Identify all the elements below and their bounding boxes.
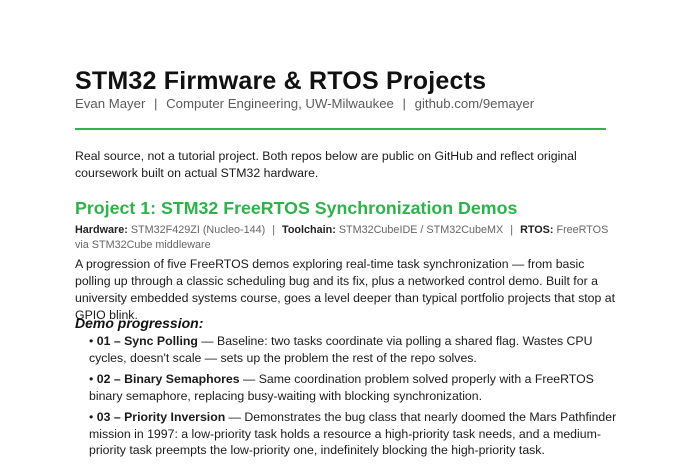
meta-label-rtos: RTOS:	[520, 224, 554, 236]
document-page: STM32 Firmware & RTOS Projects Evan Maye…	[0, 0, 680, 459]
demo-name: 02 – Binary Semaphores	[96, 372, 240, 386]
demo-progression-heading: Demo progression:	[75, 315, 204, 331]
project-meta: Hardware: STM32F429ZI (Nucleo-144) | Too…	[75, 223, 615, 253]
meta-label-hardware: Hardware:	[75, 224, 128, 236]
list-item: • 02 – Binary Semaphores — Same coordina…	[89, 371, 619, 404]
demo-name: 03 – Priority Inversion	[96, 410, 226, 424]
list-item: • 01 – Sync Polling — Baseline: two task…	[89, 333, 619, 366]
bullet: •	[89, 334, 94, 348]
github-link[interactable]: github.com/9emayer	[415, 96, 534, 111]
bullet: •	[89, 372, 94, 386]
bullet: •	[89, 410, 94, 424]
project-heading: Project 1: STM32 FreeRTOS Synchronizatio…	[75, 198, 518, 218]
list-item: • 03 – Priority Inversion — Demonstrates…	[89, 409, 619, 459]
intro-paragraph: Real source, not a tutorial project. Bot…	[75, 149, 577, 180]
author-name: Evan Mayer	[75, 96, 146, 111]
affiliation: Computer Engineering, UW-Milwaukee	[166, 96, 394, 111]
byline: Evan Mayer | Computer Engineering, UW-Mi…	[75, 95, 534, 112]
demo-list: • 01 – Sync Polling — Baseline: two task…	[89, 333, 619, 464]
meta-value-toolchain: STM32CubeIDE / STM32CubeMX	[338, 224, 504, 236]
byline-separator: |	[402, 96, 406, 111]
byline-separator: |	[154, 96, 158, 111]
demo-name: 01 – Sync Polling	[96, 334, 198, 348]
header-divider	[75, 128, 606, 130]
page-title: STM32 Firmware & RTOS Projects	[75, 67, 487, 95]
meta-value-hardware: STM32F429ZI (Nucleo-144)	[130, 224, 266, 236]
meta-separator: |	[510, 224, 514, 236]
meta-separator: |	[272, 224, 276, 236]
meta-label-toolchain: Toolchain:	[282, 224, 336, 236]
